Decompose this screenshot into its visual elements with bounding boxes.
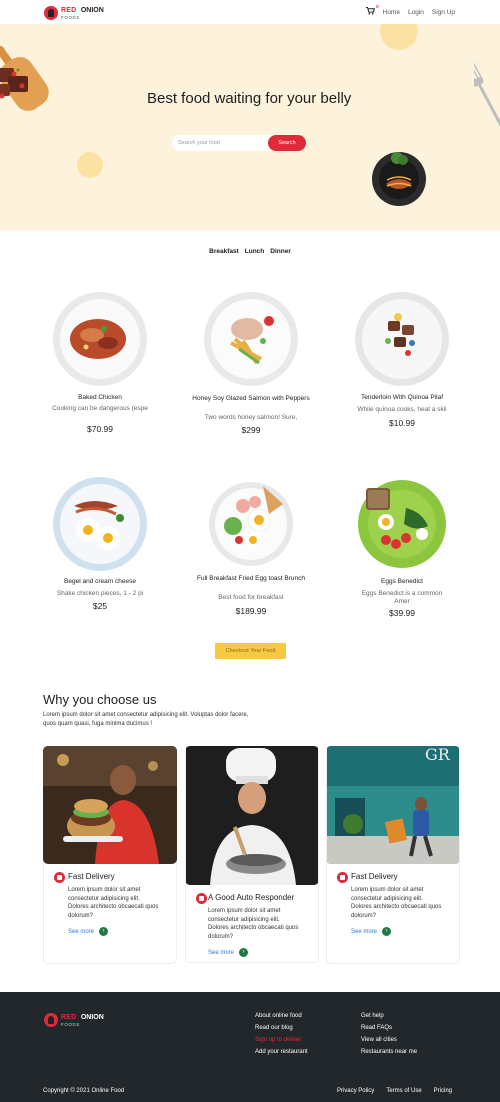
- footer-link-deliver[interactable]: Sign up to deliver: [255, 1034, 308, 1046]
- brand-logo[interactable]: RED ONION FOODS: [44, 4, 104, 21]
- food-desc: Eggs Benedict is a common Amer: [361, 590, 443, 605]
- footer-link-faqs[interactable]: Read FAQs: [361, 1022, 417, 1034]
- food-image-baked-chicken[interactable]: [52, 291, 148, 387]
- footer-link-add-restaurant[interactable]: Add your restaurant: [255, 1046, 308, 1058]
- why-title: Why you choose us: [43, 692, 157, 707]
- svg-text:GR: GR: [425, 746, 451, 764]
- footer-link-help[interactable]: Get help: [361, 1010, 417, 1022]
- food-name: Honey Soy Glazed Salmon with Peppers: [192, 395, 310, 402]
- cart-icon[interactable]: 0: [365, 4, 379, 17]
- card-title: Fast Delivery: [351, 872, 398, 881]
- food-desc: Two words honey salmon! Sure,: [204, 414, 298, 421]
- footer-link-about[interactable]: About online food: [255, 1010, 308, 1022]
- food-price: $70.99: [87, 424, 113, 434]
- food-desc: Best food for breakfast: [218, 594, 284, 601]
- hero-banner: Best food waiting for your belly Search: [0, 24, 500, 230]
- food-name: Begel and cream cheese: [64, 578, 136, 585]
- brand-red-text: RED: [61, 1014, 77, 1021]
- food-desc: Shake chicken pieces, 1 - 2 pi: [56, 590, 144, 597]
- food-image-eggs-benedict[interactable]: [356, 478, 448, 570]
- footer-bottom-links: Privacy Policy Terms of Use Pricing: [337, 1088, 452, 1094]
- nav-login-link[interactable]: Login: [408, 9, 424, 16]
- food-name: Eggs Benedict: [381, 578, 423, 585]
- footer-links-col1: About online food Read our blog Sign up …: [255, 1010, 308, 1058]
- food-image-begel[interactable]: [52, 476, 148, 572]
- arrow-right-icon: ›: [382, 927, 392, 936]
- arrow-right-icon: ›: [239, 948, 249, 957]
- fork-icon: [474, 58, 500, 138]
- onion-logo-icon: [44, 5, 58, 20]
- see-more-link[interactable]: See more ›: [351, 927, 392, 936]
- brand-sub-text: FOODS: [61, 15, 81, 20]
- tab-lunch[interactable]: Lunch: [245, 248, 265, 255]
- brand-dark-text: ONION: [80, 7, 104, 14]
- card-image-courier: GR: [327, 746, 459, 864]
- food-image-tenderloin[interactable]: [354, 291, 450, 387]
- food-name: Tenderloin With Quinoa Pilaf: [360, 394, 443, 401]
- tab-dinner[interactable]: Dinner: [270, 248, 291, 255]
- search-bar: Search: [172, 135, 306, 151]
- see-more-link[interactable]: See more ›: [208, 948, 249, 957]
- delivery-icon: [54, 872, 65, 883]
- cart-count-badge: 0: [376, 4, 379, 9]
- hero-dish-image: [372, 152, 426, 206]
- card-title: Fast Delivery: [68, 872, 115, 881]
- footer: RED ONION FOODS About online food Read o…: [0, 992, 500, 1102]
- onion-logo-icon: [44, 1012, 58, 1027]
- see-more-link[interactable]: See more ›: [68, 927, 109, 936]
- food-price: $10.99: [389, 418, 415, 428]
- food-price: $25: [92, 601, 108, 611]
- card-text: Lorem ipsum dolor sit amet consectetur a…: [208, 908, 299, 940]
- nav-links: 0 Home Login Sign Up: [365, 4, 455, 17]
- search-button[interactable]: Search: [268, 135, 306, 151]
- food-image-full-breakfast[interactable]: [203, 476, 299, 572]
- nav-signup-link[interactable]: Sign Up: [432, 9, 455, 16]
- arrow-right-icon: ›: [99, 927, 109, 936]
- delivery-icon: [337, 872, 348, 883]
- food-price: $189.99: [235, 606, 267, 616]
- food-price: $299: [241, 425, 261, 435]
- footer-links-col2: Get help Read FAQs View all cities Resta…: [361, 1010, 417, 1058]
- card-image-waiter: [43, 746, 177, 864]
- why-text: Lorem ipsum dolor sit amet consectetur a…: [43, 712, 249, 727]
- food-price: $39.99: [389, 608, 415, 618]
- brand-red-text: RED: [61, 7, 77, 14]
- tab-breakfast[interactable]: Breakfast: [209, 248, 239, 255]
- menu-tabs: Breakfast Lunch Dinner: [0, 248, 500, 255]
- footer-logo[interactable]: RED ONION FOODS: [44, 1011, 104, 1028]
- feature-card: Fast Delivery Lorem ipsum dolor sit amet…: [43, 746, 177, 964]
- food-desc: While quinoa cooks, heat a skil: [357, 406, 447, 413]
- navbar: RED ONION FOODS 0 Home Login Sign Up: [0, 0, 500, 24]
- decor-circle-top: [380, 24, 418, 50]
- cutting-board-image: [0, 45, 49, 111]
- footer-link-restaurants[interactable]: Restaurants near me: [361, 1046, 417, 1058]
- feature-card: GR Fast Delivery Lorem ipsum dolor sit a…: [326, 746, 460, 964]
- search-input[interactable]: [172, 135, 272, 151]
- food-name: Baked Chicken: [78, 394, 122, 401]
- hero-title: Best food waiting for your belly: [147, 90, 352, 107]
- brand-dark-text: ONION: [80, 1014, 104, 1021]
- card-text: Lorem ipsum dolor sit amet consectetur a…: [68, 887, 159, 919]
- card-image-chef: [186, 746, 318, 885]
- food-desc: Cooking can be dangerous (espe: [52, 405, 148, 412]
- checkout-button[interactable]: Checkout Your Food: [215, 643, 286, 659]
- card-text: Lorem ipsum dolor sit amet consectetur a…: [351, 887, 442, 919]
- copyright: Copyright © 2021 Online Food: [43, 1088, 125, 1094]
- privacy-policy-link[interactable]: Privacy Policy: [337, 1088, 374, 1094]
- food-image-salmon[interactable]: [203, 291, 299, 387]
- pricing-link[interactable]: Pricing: [434, 1088, 452, 1094]
- footer-link-cities[interactable]: View all cities: [361, 1034, 417, 1046]
- brand-sub-text: FOODS: [61, 1022, 81, 1027]
- footer-link-blog[interactable]: Read our blog: [255, 1022, 308, 1034]
- feature-card: A Good Auto Responder Lorem ipsum dolor …: [185, 746, 319, 963]
- responder-icon: [196, 893, 207, 904]
- food-name: Full Breakfast Fried Egg toast Brunch: [196, 575, 306, 582]
- terms-link[interactable]: Terms of Use: [386, 1088, 421, 1094]
- decor-circle-left: [77, 152, 103, 178]
- nav-home-link[interactable]: Home: [383, 9, 400, 16]
- card-title: A Good Auto Responder: [208, 893, 295, 902]
